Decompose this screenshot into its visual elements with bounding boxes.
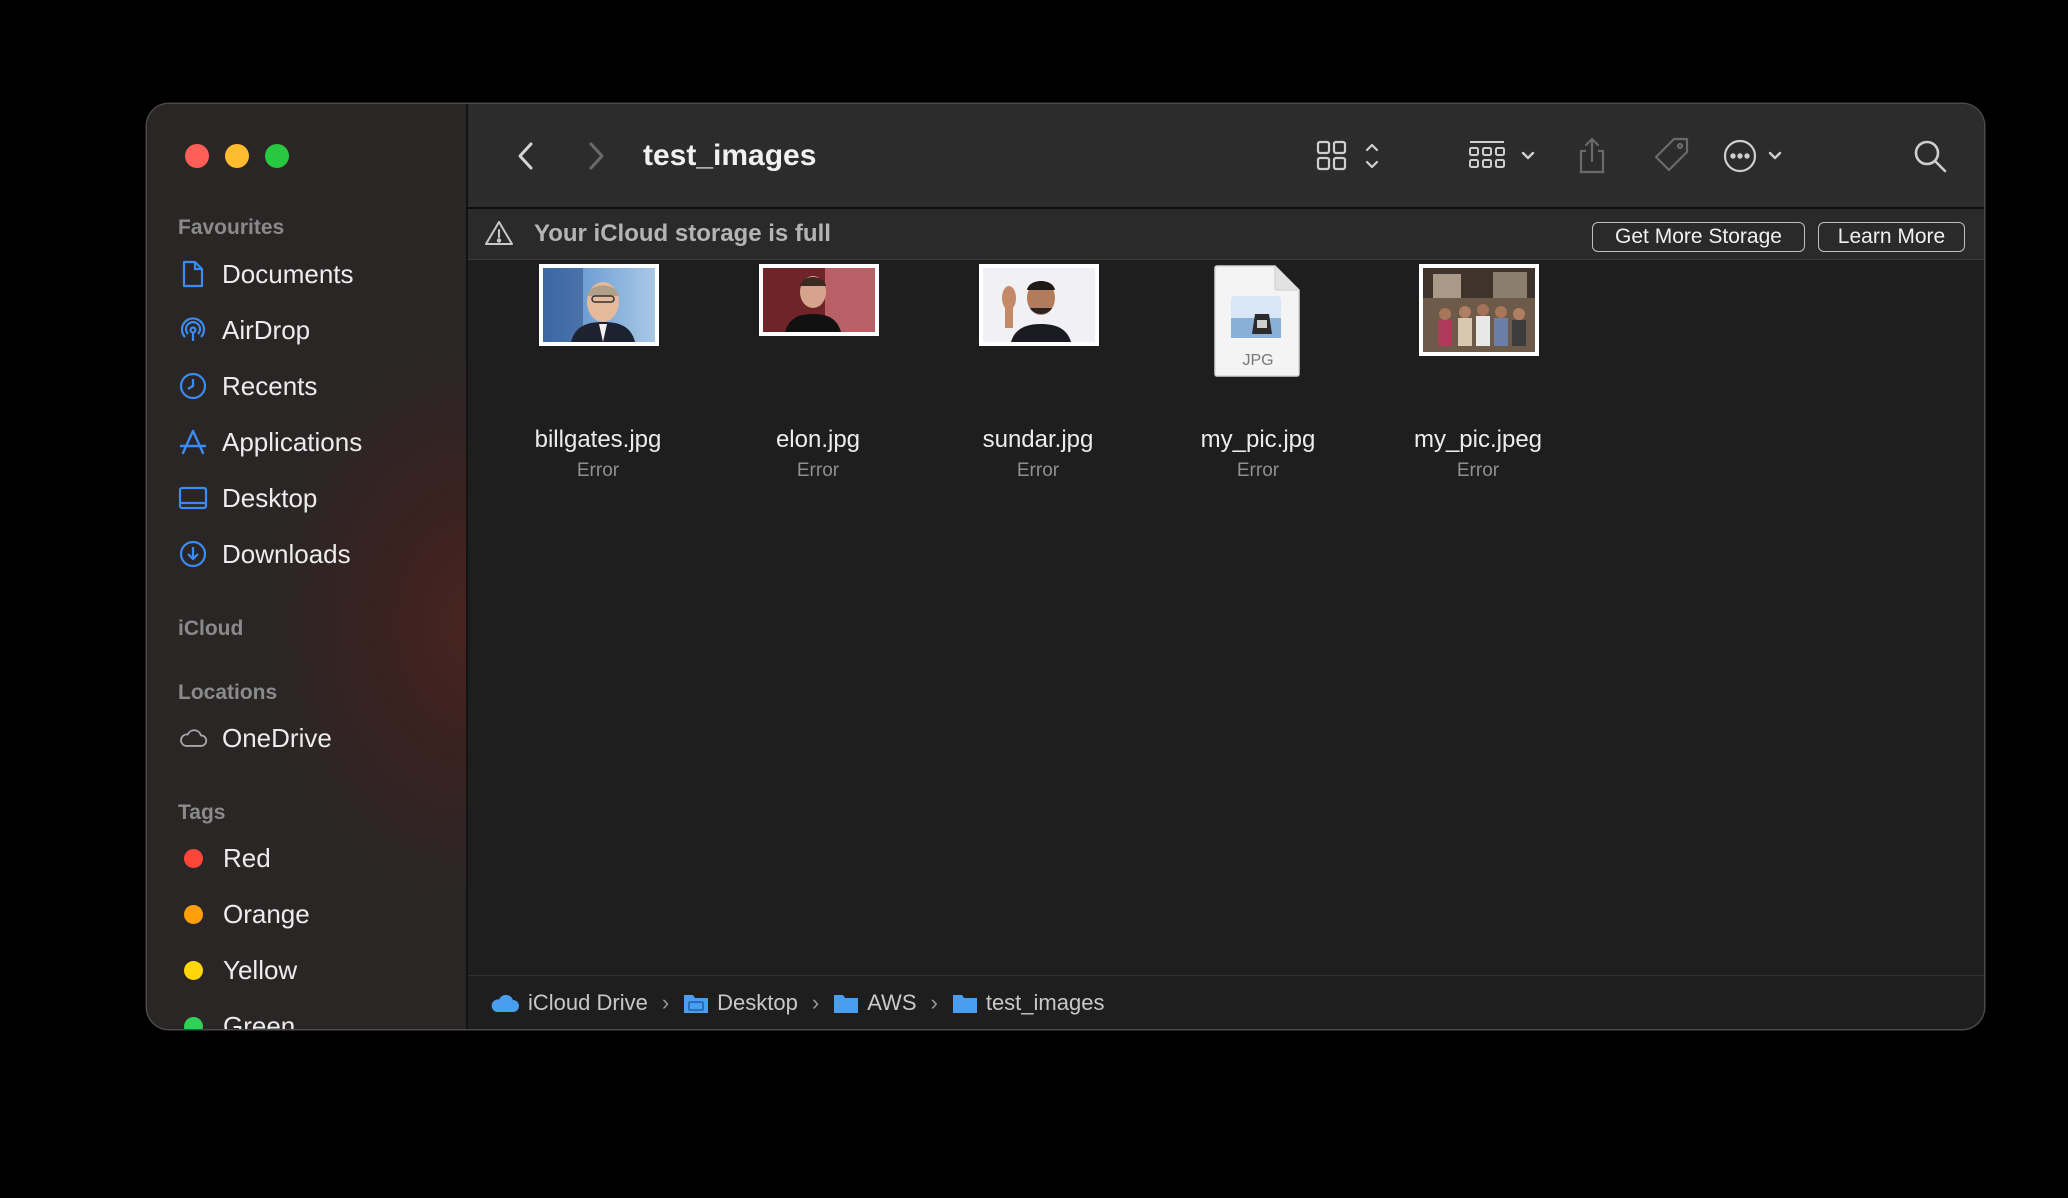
desktop-folder-icon (684, 994, 709, 1013)
path-separator-icon: › (661, 989, 670, 1015)
path-bar: iCloud Drive › Desktop › AWS › test_imag… (468, 975, 1984, 1029)
group-grid-icon (1469, 141, 1535, 168)
clock-icon (178, 371, 208, 401)
sidebar-item-airdrop[interactable]: AirDrop (178, 310, 310, 350)
sidebar-item-documents[interactable]: Documents (178, 254, 354, 294)
window-title: test_images (643, 139, 817, 172)
path-separator-icon: › (811, 989, 820, 1015)
minimize-button[interactable] (225, 144, 249, 168)
sidebar-item-desktop[interactable]: Desktop (178, 478, 317, 518)
back-button[interactable] (506, 134, 546, 178)
path-separator-icon: › (930, 989, 938, 1015)
sidebar-item-label: Red (223, 842, 271, 873)
sidebar-item-label: Documents (222, 258, 354, 289)
applications-icon (178, 427, 208, 457)
window-controls (185, 144, 289, 168)
path-item-label: Desktop (717, 989, 798, 1015)
icon-grid-icon (1316, 140, 1379, 171)
chevron-left-icon (518, 142, 533, 170)
orange-tag-dot-icon (184, 904, 203, 924)
file-name: billgates.jpg (534, 426, 662, 453)
path-item-icloud-drive[interactable]: iCloud Drive (490, 990, 648, 1016)
sidebar-item-label: OneDrive (222, 722, 332, 753)
sidebar-item-label: Green (223, 1010, 296, 1030)
group-by-button[interactable] (1468, 134, 1542, 178)
sidebar-item-onedrive[interactable]: OneDrive (178, 718, 332, 758)
sidebar-heading-tags: Tags (178, 801, 226, 824)
finder-window: Favourites Documents AirDrop Recents App… (147, 104, 1984, 1029)
folder-icon (834, 994, 859, 1013)
file-type-label: JPG (1242, 352, 1274, 369)
sidebar-heading-locations: Locations (178, 681, 278, 704)
ellipsis-circle-icon (1723, 139, 1782, 173)
sidebar-tag-orange[interactable]: Orange (178, 894, 310, 934)
sidebar-item-label: AirDrop (222, 314, 311, 345)
sidebar-item-downloads[interactable]: Downloads (178, 534, 351, 574)
sidebar-item-applications[interactable]: Applications (178, 422, 362, 462)
sidebar-tag-yellow[interactable]: Yellow (178, 950, 297, 990)
image-thumbnail (539, 264, 659, 346)
cloud-icon (178, 723, 208, 753)
file-status: Error (796, 460, 840, 481)
icloud-icon (491, 994, 519, 1012)
tag-icon (1654, 137, 1689, 172)
learn-more-button[interactable]: Learn More (1818, 222, 1965, 252)
tag-button[interactable] (1650, 134, 1694, 178)
file-name: elon.jpg (775, 426, 861, 453)
warning-icon (484, 219, 514, 252)
share-button[interactable] (1572, 134, 1612, 178)
banner-message: Your iCloud storage is full (534, 220, 831, 247)
zoom-button[interactable] (265, 144, 289, 168)
file-name: sundar.jpg (982, 426, 1094, 453)
path-item-label: AWS (867, 989, 917, 1015)
green-tag-dot-icon (184, 1016, 203, 1029)
path-item-label: test_images (985, 989, 1105, 1015)
sidebar-item-recents[interactable]: Recents (178, 366, 317, 406)
search-button[interactable] (1908, 134, 1952, 178)
image-thumbnail (1419, 264, 1539, 356)
folder-icon (952, 994, 977, 1013)
path-item-test-images[interactable]: test_images (952, 989, 1105, 1016)
path-item-desktop[interactable]: Desktop (683, 990, 798, 1016)
view-mode-button[interactable] (1316, 134, 1386, 178)
sidebar-item-label: Downloads (222, 538, 351, 569)
file-status: Error (1236, 460, 1280, 481)
download-icon (178, 539, 208, 569)
sidebar-tag-green[interactable]: Green (178, 1006, 295, 1029)
sidebar-tag-red[interactable]: Red (178, 838, 271, 878)
sidebar-item-label: Orange (223, 898, 310, 929)
close-button[interactable] (185, 144, 209, 168)
image-thumbnail (759, 264, 879, 336)
sidebar: Favourites Documents AirDrop Recents App… (147, 104, 468, 1029)
forward-button[interactable] (576, 134, 616, 178)
desktop-icon (178, 483, 208, 513)
sidebar-item-label: Recents (222, 370, 318, 401)
sidebar-item-label: Applications (222, 426, 363, 457)
file-status: Error (1456, 460, 1500, 481)
path-item-aws[interactable]: AWS (833, 989, 917, 1016)
sidebar-item-label: Yellow (223, 954, 298, 985)
main-pane: test_images Your iCloud storage is full … (468, 104, 1984, 1029)
icloud-storage-banner: Your iCloud storage is full Get More Sto… (468, 209, 1984, 260)
airdrop-icon (178, 315, 208, 345)
image-thumbnail (979, 264, 1099, 346)
sidebar-item-label: Desktop (222, 482, 318, 513)
red-tag-dot-icon (184, 848, 203, 868)
more-actions-button[interactable] (1722, 134, 1798, 178)
search-icon (1914, 140, 1947, 173)
file-status: Error (1016, 460, 1060, 481)
file-name: my_pic.jpg (1200, 426, 1316, 453)
path-item-label: iCloud Drive (528, 989, 648, 1015)
toolbar: test_images (468, 104, 1984, 209)
document-icon (178, 259, 208, 289)
jpg-file-icon: JPG (1213, 264, 1303, 378)
sidebar-heading-icloud[interactable]: iCloud (178, 617, 243, 641)
yellow-tag-dot-icon (184, 960, 203, 980)
share-icon (1579, 137, 1605, 174)
sidebar-heading-favourites: Favourites (178, 216, 285, 239)
file-status: Error (576, 460, 620, 481)
file-name: my_pic.jpeg (1413, 426, 1543, 453)
chevron-right-icon (589, 142, 604, 170)
get-more-storage-button[interactable]: Get More Storage (1592, 222, 1805, 252)
